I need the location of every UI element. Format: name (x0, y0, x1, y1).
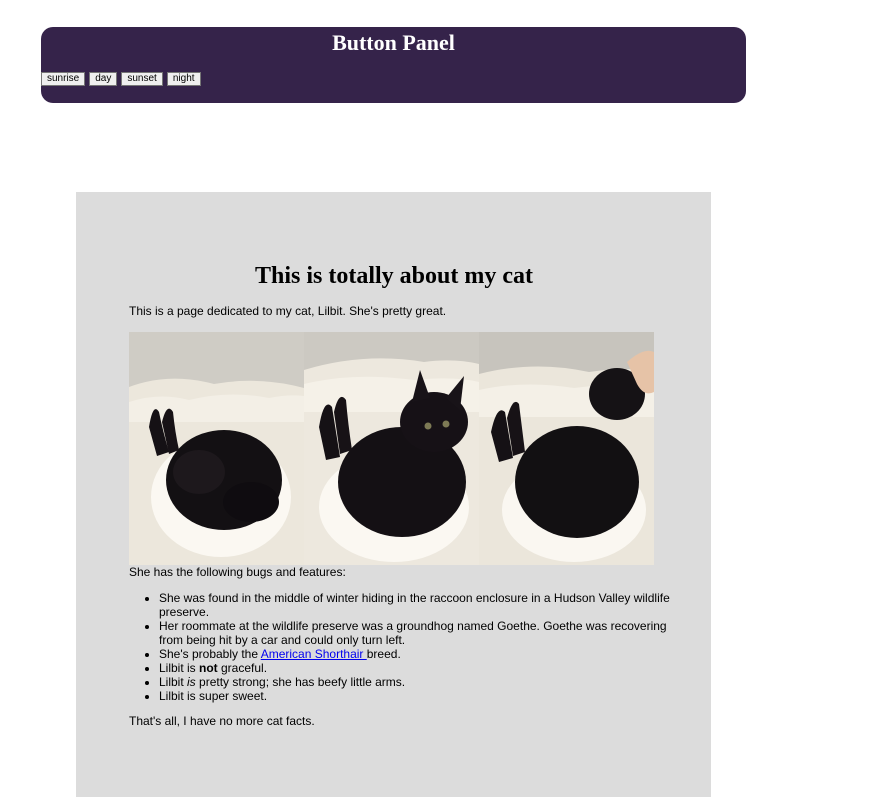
list-item: Lilbit is pretty strong; she has beefy l… (159, 675, 671, 689)
main-content: This is totally about my cat This is a p… (76, 192, 711, 797)
list-item: Her roommate at the wildlife preserve wa… (159, 619, 671, 647)
list-item: Lilbit is super sweet. (159, 689, 671, 703)
intro-text: This is a page dedicated to my cat, Lilb… (129, 304, 447, 318)
american-shorthair-link[interactable]: American Shorthair (261, 647, 367, 661)
list-item: She was found in the middle of winter hi… (159, 591, 671, 619)
list-item: Lilbit is not graceful. (159, 661, 671, 675)
cat-photo-strip (129, 332, 654, 565)
outro-text: That's all, I have no more cat facts. (129, 714, 315, 728)
button-row: sunrise day sunset night (41, 72, 201, 86)
list-item-text: Lilbit is (159, 661, 200, 675)
cat-photo-looking (304, 332, 479, 565)
list-item-text: pretty strong; she has beefy little arms… (195, 675, 406, 689)
panel-title: Button Panel (332, 30, 455, 55)
night-button[interactable]: night (166, 72, 201, 86)
list-item: She's probably the American Shorthair br… (159, 647, 671, 661)
cat-photo-curled (129, 332, 304, 565)
list-item-text: Lilbit (159, 675, 188, 689)
sunset-button[interactable]: sunset (121, 72, 163, 86)
list-item-text: graceful. (217, 661, 268, 675)
feature-list: She was found in the middle of winter hi… (129, 591, 671, 703)
emphasis-italic: is (187, 675, 196, 689)
emphasis-strong: not (199, 661, 218, 675)
button-panel: Button Panel sunrise day sunset night (41, 27, 746, 103)
page-title: This is totally about my cat (254, 263, 533, 289)
sunrise-button[interactable]: sunrise (41, 72, 86, 86)
day-button[interactable]: day (89, 72, 118, 86)
list-item-text: She's probably the (159, 647, 261, 661)
cat-photo-petted (479, 332, 654, 565)
list-item-text: breed. (366, 647, 401, 661)
features-label: She has the following bugs and features: (129, 565, 346, 579)
